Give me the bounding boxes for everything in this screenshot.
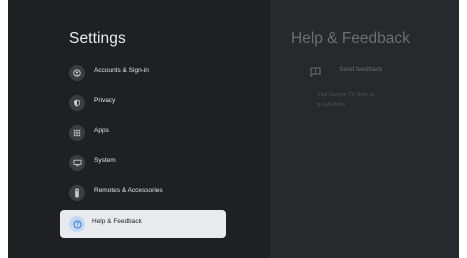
help-icon: ?	[69, 216, 85, 232]
menu-item-label: System	[94, 157, 116, 164]
menu-item-help-feedback[interactable]: ? Help & Feedback	[60, 210, 226, 238]
menu-item-label: Privacy	[94, 97, 116, 104]
remote-icon	[69, 185, 85, 201]
shield-icon	[69, 95, 85, 111]
menu-item-system[interactable]: System	[60, 149, 226, 177]
svg-text:?: ?	[75, 222, 78, 228]
monitor-icon	[69, 155, 85, 171]
menu-item-accounts[interactable]: Accounts & Sign-in	[60, 59, 226, 87]
detail-panel: Help & Feedback Send feedback Visit Goog…	[270, 0, 459, 258]
menu-item-privacy[interactable]: Privacy	[60, 89, 226, 117]
menu-item-apps[interactable]: Apps	[60, 119, 226, 147]
detail-title: Help & Feedback	[291, 30, 410, 47]
help-note-line: Visit Google TV Help at	[317, 92, 374, 98]
help-note: Visit Google TV Help at g.co/tv/help	[317, 91, 374, 110]
menu-item-label: Apps	[94, 127, 109, 134]
send-feedback-label: Send feedback	[339, 66, 383, 73]
menu-item-label: Help & Feedback	[92, 218, 142, 225]
menu-item-label: Accounts & Sign-in	[94, 67, 149, 74]
menu-item-remotes[interactable]: Remotes & Accessories	[60, 179, 226, 207]
menu-item-label: Remotes & Accessories	[94, 187, 163, 194]
account-icon	[69, 65, 85, 81]
settings-panel: Settings Accounts & Sign-in Privacy Apps…	[8, 0, 270, 258]
tv-screen: Settings Accounts & Sign-in Privacy Apps…	[8, 0, 459, 258]
settings-title: Settings	[69, 30, 126, 47]
help-url: g.co/tv/help	[317, 101, 346, 108]
feedback-icon	[310, 64, 321, 82]
apps-grid-icon	[69, 125, 85, 141]
